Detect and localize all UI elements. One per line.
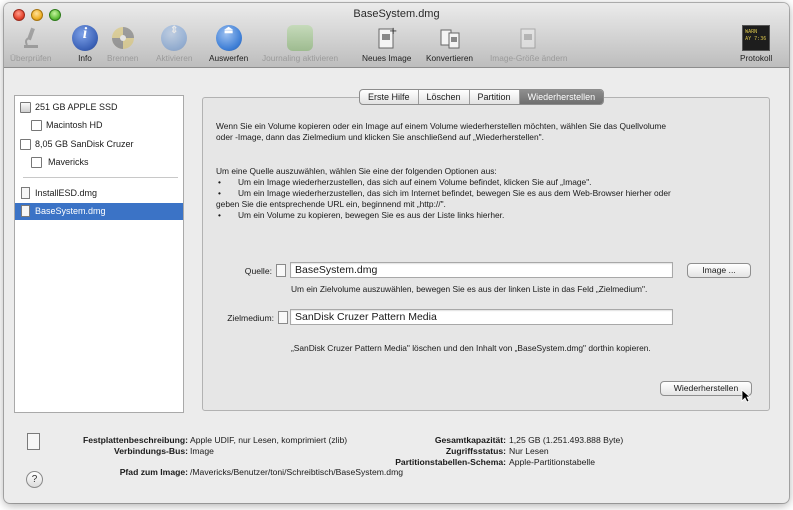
eject-button[interactable]: ⏏ Auswerfen <box>209 25 248 63</box>
microscope-icon <box>18 25 44 51</box>
tab-erase[interactable]: Löschen <box>419 90 470 104</box>
scheme-value: Apple-Partitionstabelle <box>509 457 595 467</box>
bus-value: Image <box>190 446 214 456</box>
access-label: Zugriffsstatus: <box>445 446 506 456</box>
bullet-url-line2: geben Sie die entsprechende URL ein, beg… <box>216 199 446 209</box>
sidebar-item-macintosh-hd[interactable]: Macintosh HD <box>15 117 183 134</box>
log-icon: WARN AY 7:36 <box>742 25 771 51</box>
sidebar-item-sandisk-cruzer[interactable]: 8,05 GB SanDisk Cruzer <box>15 136 183 153</box>
tab-restore[interactable]: Wiederherstellen <box>519 90 604 104</box>
path-label: Pfad zum Image: <box>119 467 188 477</box>
intro-text-line2: oder -Image, dann das Zielmedium und kli… <box>216 132 544 142</box>
dmg-file-icon <box>21 205 30 217</box>
title-bar: BaseSystem.dmg Überprüfen i Info Brennen… <box>4 3 789 68</box>
bullet-marker: • <box>218 210 221 220</box>
log-button[interactable]: WARN AY 7:36 Protokoll <box>740 25 772 63</box>
info-icon: i <box>72 25 98 51</box>
convert-button[interactable]: Konvertieren <box>426 25 473 63</box>
bullet-marker: • <box>218 177 221 187</box>
selected-image-icon <box>27 433 40 450</box>
restore-summary: „SanDisk Cruzer Pattern Media" löschen u… <box>291 343 651 353</box>
tab-partition[interactable]: Partition <box>470 90 520 104</box>
bullet-marker: • <box>218 188 221 198</box>
info-area: Festplattenbeschreibung: Apple UDIF, nur… <box>4 423 789 503</box>
desc-value: Apple UDIF, nur Lesen, komprimiert (zlib… <box>190 435 348 445</box>
tab-first-aid[interactable]: Erste Hilfe <box>360 90 419 104</box>
sidebar-item-mavericks[interactable]: Mavericks <box>15 154 183 171</box>
journaling-icon <box>287 25 314 51</box>
bullet-url-line1: Um ein Image wiederherzustellen, das sic… <box>238 188 671 198</box>
toolbar: Überprüfen i Info Brennen ⇕ Aktivieren ⏏… <box>4 23 789 67</box>
options-intro: Um eine Quelle auszuwählen, wählen Sie e… <box>216 166 497 176</box>
capacity-value: 1,25 GB (1.251.493.888 Byte) <box>509 435 624 445</box>
help-button[interactable]: ? <box>26 471 43 488</box>
tab-bar: Erste Hilfe Löschen Partition Wiederhers… <box>359 89 605 105</box>
eject-icon: ⏏ <box>215 25 242 51</box>
scheme-label: Partitionstabellen-Schema: <box>395 457 506 467</box>
burn-button[interactable]: Brennen <box>107 25 138 63</box>
source-label: Quelle: <box>244 266 272 276</box>
new-image-button[interactable]: + Neues Image <box>362 25 411 63</box>
capacity-label: Gesamtkapazität: <box>434 435 506 445</box>
internal-disk-icon <box>20 102 31 113</box>
mouse-cursor-icon <box>741 389 751 403</box>
target-hint: Um ein Zielvolume auszuwählen, bewegen S… <box>291 284 648 294</box>
info-button[interactable]: i Info <box>72 25 98 63</box>
window-title: BaseSystem.dmg <box>353 8 440 20</box>
journaling-button[interactable]: Journaling aktivieren <box>262 25 338 63</box>
bullet-volume: Um ein Volume zu kopieren, bewegen Sie e… <box>238 210 505 220</box>
image-button[interactable]: Image ... <box>687 263 751 278</box>
sidebar-item-installesd[interactable]: InstallESD.dmg <box>15 185 183 202</box>
sidebar-item-apple-ssd[interactable]: 251 GB APPLE SSD <box>15 99 183 116</box>
target-field[interactable]: SanDisk Cruzer Pattern Media <box>290 309 673 325</box>
dmg-file-icon <box>21 187 30 199</box>
target-label: Zielmedium: <box>227 313 274 323</box>
sidebar-item-basesystem[interactable]: BaseSystem.dmg <box>15 203 183 220</box>
target-volume-icon <box>278 311 288 324</box>
bullet-image: Um ein Image wiederherzustellen, das sic… <box>238 177 592 187</box>
svg-text:+: + <box>389 26 397 37</box>
source-field[interactable]: BaseSystem.dmg <box>290 262 673 278</box>
external-disk-icon <box>20 139 31 150</box>
sidebar-separator <box>23 177 178 178</box>
mount-button[interactable]: ⇕ Aktivieren <box>156 25 192 63</box>
access-value: Nur Lesen <box>509 446 549 456</box>
restore-panel <box>202 97 770 411</box>
source-file-icon <box>276 264 286 277</box>
volume-icon <box>31 120 42 131</box>
new-image-icon: + <box>374 25 400 51</box>
intro-text-line1: Wenn Sie ein Volume kopieren oder ein Im… <box>216 121 667 131</box>
mount-icon: ⇕ <box>161 25 188 51</box>
verify-button[interactable]: Überprüfen <box>10 25 52 63</box>
bus-label: Verbindungs-Bus: <box>113 446 188 456</box>
convert-icon <box>437 25 463 51</box>
disk-list-sidebar[interactable]: 251 GB APPLE SSD Macintosh HD 8,05 GB Sa… <box>14 95 184 413</box>
disk-utility-window: BaseSystem.dmg Überprüfen i Info Brennen… <box>4 3 789 503</box>
desc-label: Festplattenbeschreibung: <box>82 435 188 445</box>
burn-disc-icon <box>110 25 136 51</box>
volume-icon <box>31 157 42 168</box>
resize-image-button[interactable]: Image-Größe ändern <box>490 25 567 63</box>
restore-button[interactable]: Wiederherstellen <box>660 381 752 396</box>
resize-image-icon <box>516 25 542 51</box>
path-value: /Mavericks/Benutzer/toni/Schreibtisch/Ba… <box>190 467 404 477</box>
